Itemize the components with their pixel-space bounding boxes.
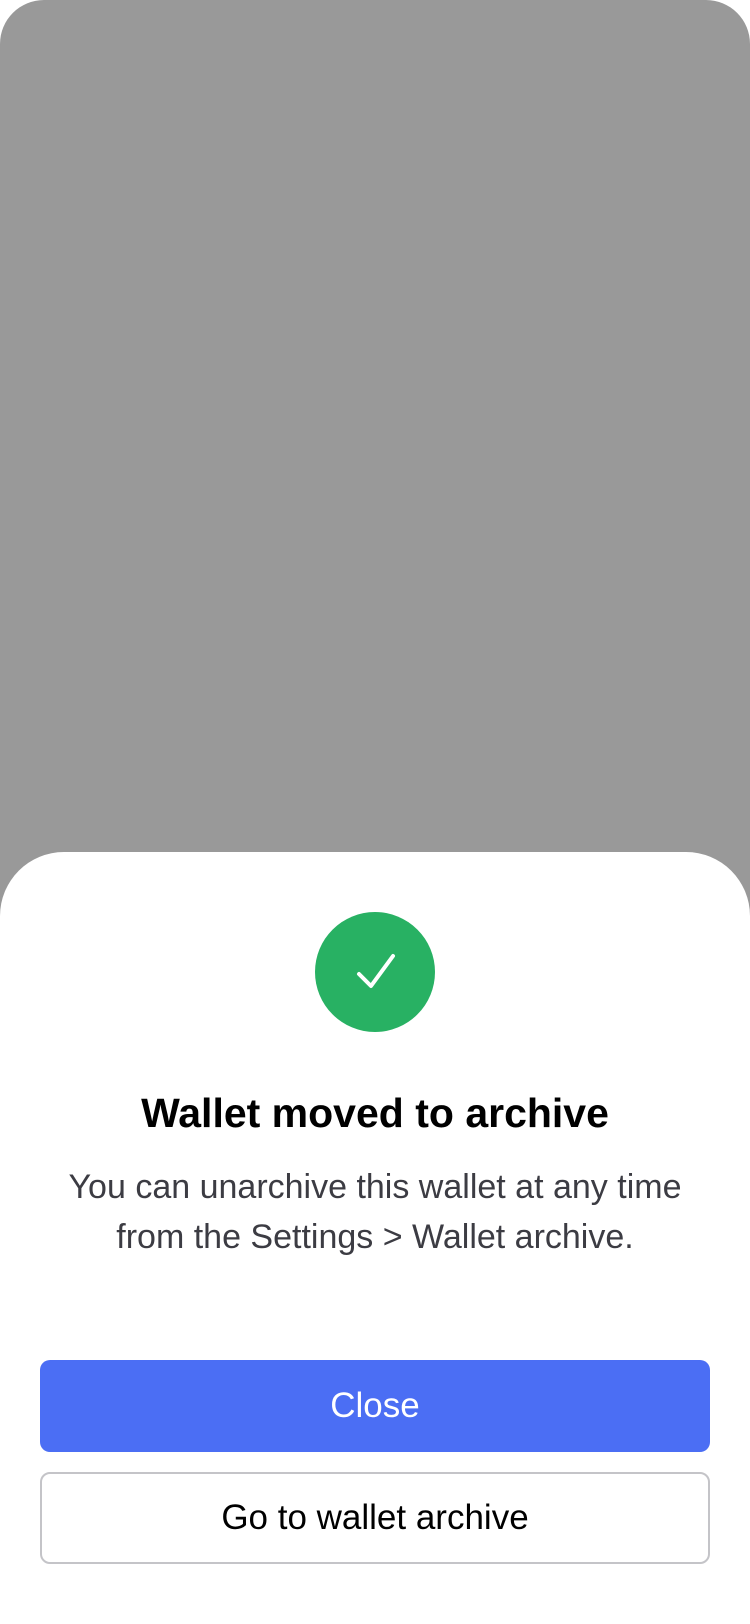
bottom-sheet: Wallet moved to archive You can unarchiv…: [0, 852, 750, 1624]
success-badge: [315, 912, 435, 1032]
go-to-wallet-archive-button[interactable]: Go to wallet archive: [40, 1472, 710, 1564]
checkmark-icon: [357, 954, 395, 988]
dialog-title: Wallet moved to archive: [141, 1090, 609, 1136]
close-button[interactable]: Close: [40, 1360, 710, 1452]
go-to-wallet-archive-label: Go to wallet archive: [221, 1498, 529, 1537]
close-button-label: Close: [330, 1386, 420, 1425]
dialog-description: You can unarchive this wallet at any tim…: [68, 1168, 682, 1256]
